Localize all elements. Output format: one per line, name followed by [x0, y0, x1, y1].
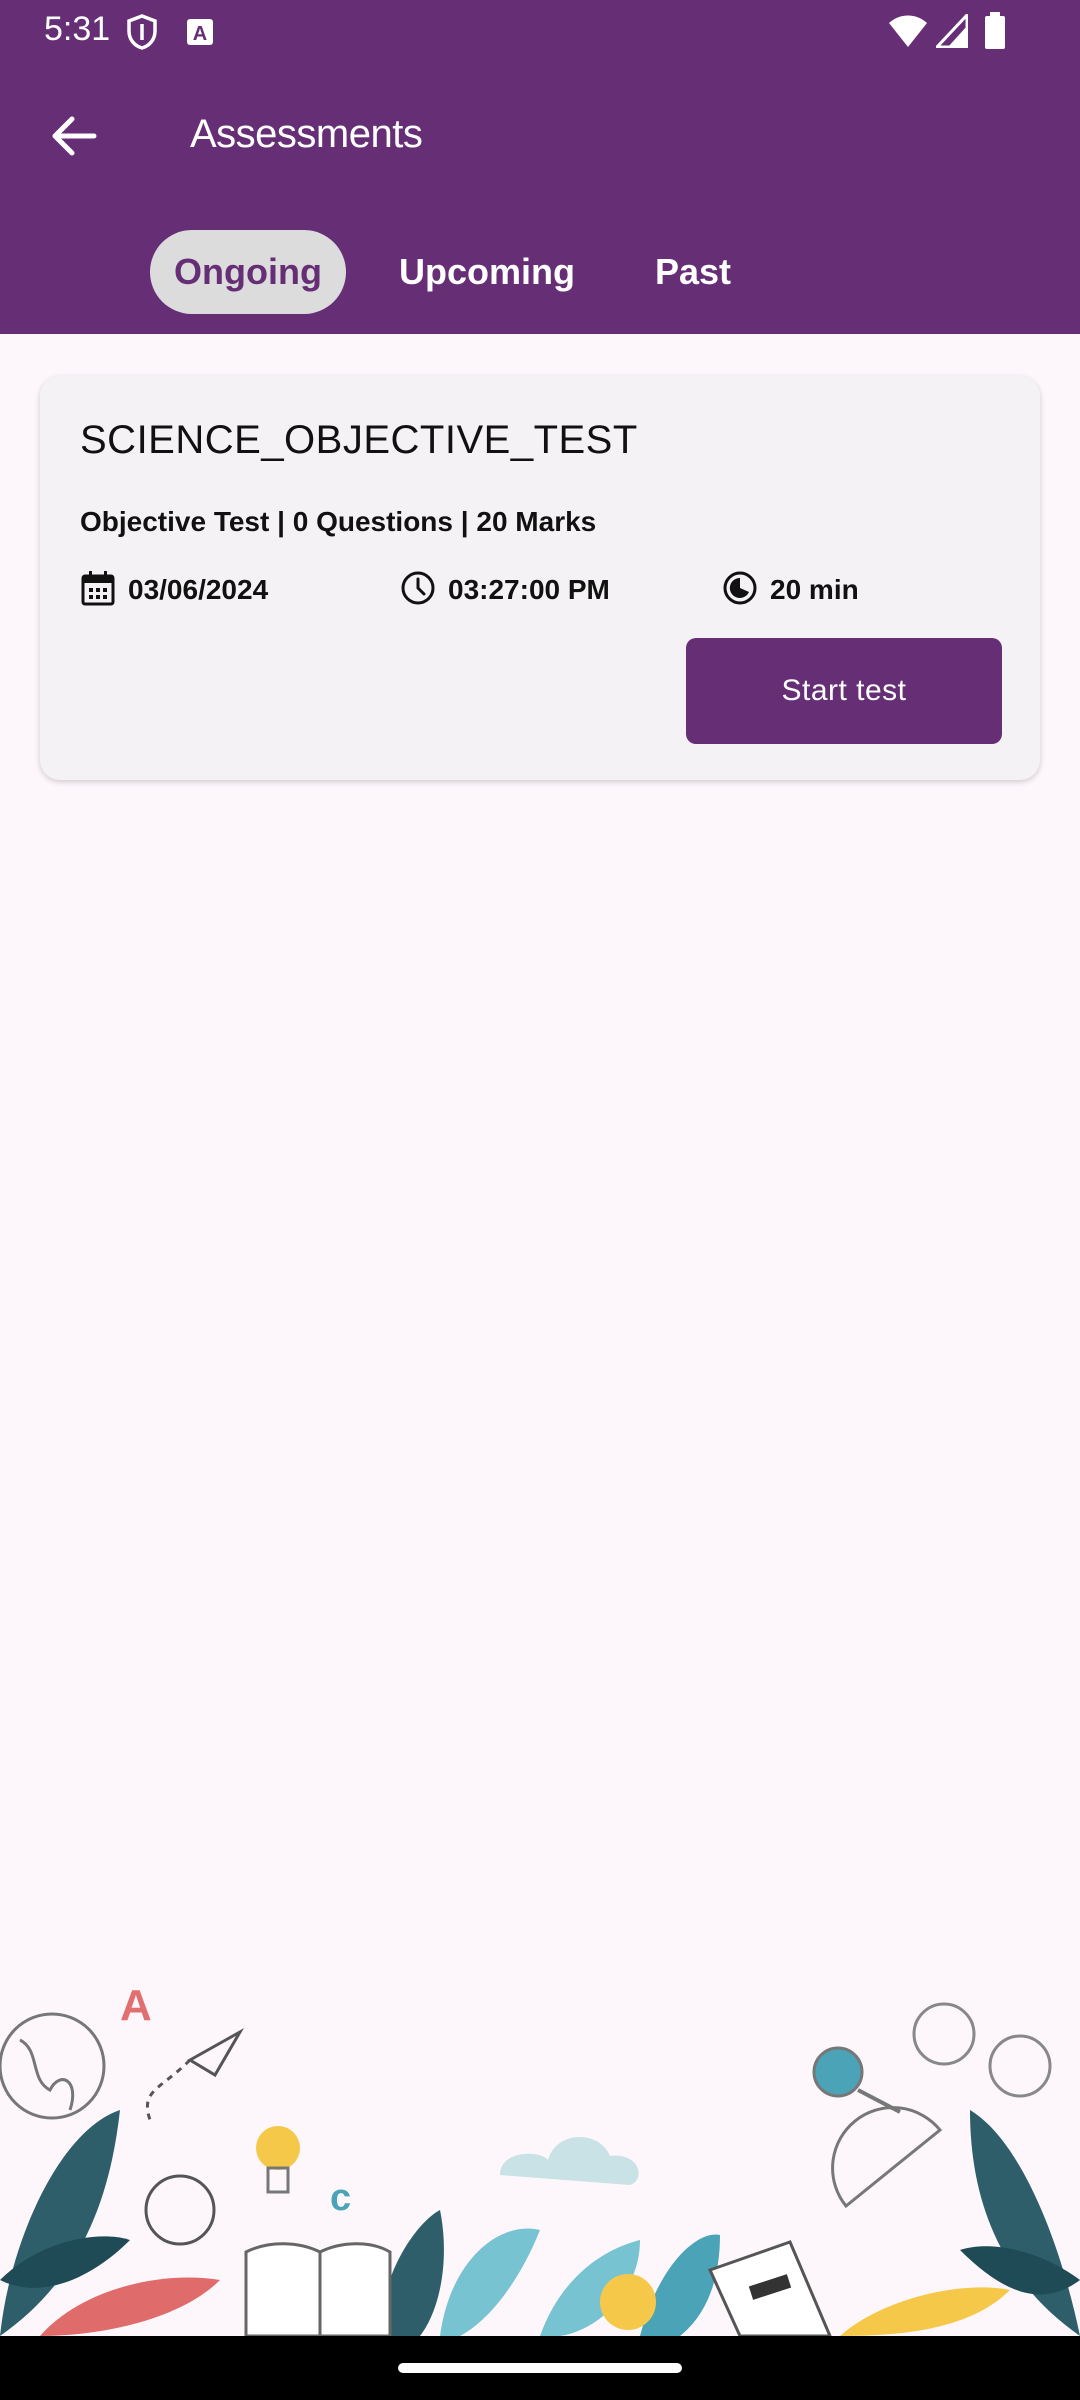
- system-navigation-bar: [0, 2336, 1080, 2400]
- tab-ongoing[interactable]: Ongoing: [150, 230, 346, 314]
- arrow-left-icon: [50, 114, 98, 163]
- tab-past[interactable]: Past: [630, 230, 756, 314]
- time-value: 03:27:00 PM: [448, 574, 610, 605]
- wifi-icon: [888, 14, 928, 53]
- calendar-icon: [80, 570, 116, 611]
- svg-text:A: A: [193, 23, 207, 45]
- page-title: Assessments: [190, 112, 423, 156]
- svg-text:A: A: [120, 1981, 152, 2030]
- status-bar: 5:31 A: [0, 0, 1080, 64]
- assessment-time: 03:27:00 PM: [400, 570, 610, 610]
- assessment-tabs: Ongoing Upcoming Past: [0, 230, 1080, 314]
- text-a-icon: A: [186, 18, 214, 51]
- assessment-title: SCIENCE_OBJECTIVE_TEST: [80, 418, 638, 462]
- education-doodle-illustration: A c: [0, 1980, 1080, 2338]
- back-button[interactable]: [40, 104, 108, 172]
- assessment-date: 03/06/2024: [80, 570, 268, 610]
- assessment-duration: 20 min: [722, 570, 859, 610]
- duration-value: 20 min: [770, 574, 859, 605]
- timer-icon: [722, 570, 758, 611]
- status-time: 5:31: [44, 10, 111, 48]
- assessment-card[interactable]: SCIENCE_OBJECTIVE_TEST Objective Test | …: [40, 376, 1040, 780]
- shield-icon: [126, 14, 158, 55]
- svg-text:c: c: [330, 2177, 351, 2219]
- assessment-summary: Objective Test | 0 Questions | 20 Marks: [80, 506, 597, 537]
- clock-icon: [400, 570, 436, 611]
- tab-upcoming[interactable]: Upcoming: [384, 230, 590, 314]
- signal-icon: [933, 11, 969, 53]
- battery-icon: [984, 12, 1006, 55]
- app-bar: Assessments Ongoing Upcoming Past: [0, 64, 1080, 334]
- start-test-button[interactable]: Start test: [686, 638, 1002, 744]
- home-gesture-handle[interactable]: [398, 2363, 682, 2373]
- date-value: 03/06/2024: [128, 574, 269, 605]
